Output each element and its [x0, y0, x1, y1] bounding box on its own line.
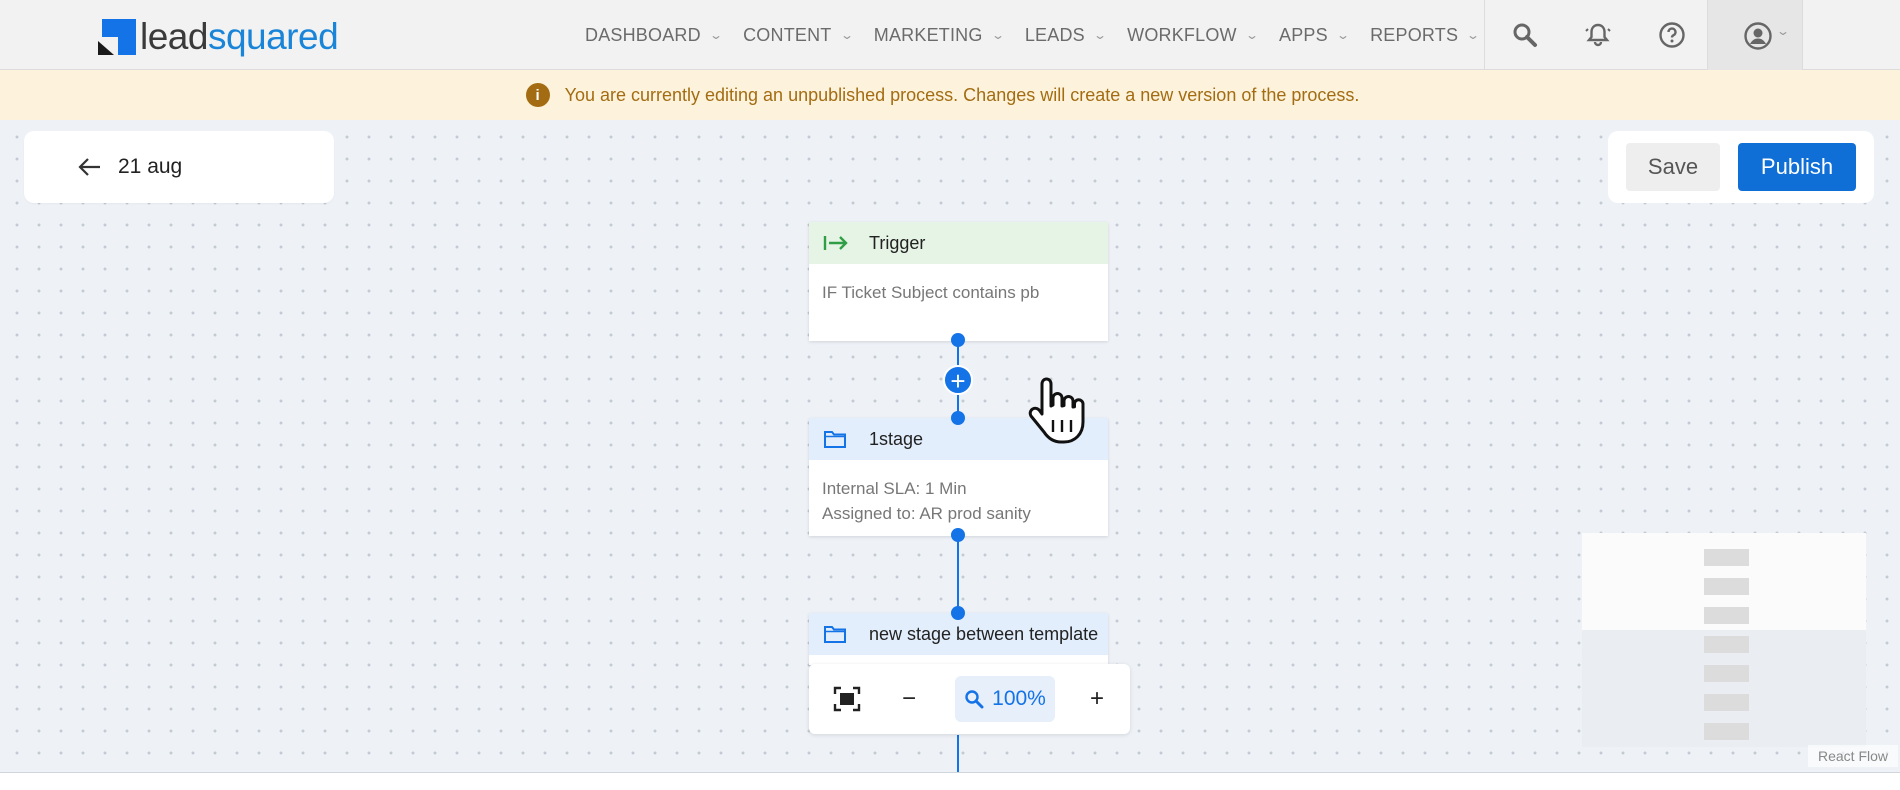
node-assignee: Assigned to: AR prod sanity: [822, 504, 1031, 523]
process-title-card: 21 aug: [24, 131, 334, 203]
minimap-node: [1704, 578, 1749, 595]
nav-workflow[interactable]: WORKFLOW ⌄: [1127, 25, 1260, 46]
node-condition: IF Ticket Subject contains pb: [822, 283, 1040, 302]
unpublished-warning-banner: i You are currently editing an unpublish…: [0, 70, 1900, 120]
fit-view-icon[interactable]: [829, 681, 865, 717]
zoom-out-button[interactable]: −: [891, 681, 927, 717]
top-navigation-bar: leadsquared DASHBOARD ⌄ CONTENT ⌄ MARKETIN…: [0, 0, 1900, 70]
folder-icon: [823, 428, 849, 450]
minimap-node: [1704, 694, 1749, 711]
nav-reports[interactable]: REPORTS ⌄: [1370, 25, 1481, 46]
chevron-down-icon: ⌄: [1092, 28, 1108, 42]
help-icon[interactable]: [1657, 20, 1687, 50]
info-icon: i: [525, 83, 550, 107]
folder-icon: [823, 623, 849, 645]
node-title: new stage between template: [869, 623, 1099, 644]
process-actions: Save Publish: [1608, 131, 1874, 203]
chevron-down-icon: ⌄: [1335, 28, 1351, 42]
profile-menu[interactable]: ⌄: [1707, 0, 1803, 70]
hand-cursor-icon: [1020, 370, 1090, 450]
zoom-level: 100%: [992, 687, 1046, 710]
nav-leads[interactable]: LEADS ⌄: [1025, 25, 1108, 46]
profile-icon: [1743, 21, 1773, 56]
main-nav: DASHBOARD ⌄ CONTENT ⌄ MARKETING ⌄ LEADS ⌄ WO…: [585, 0, 1500, 70]
back-arrow-icon[interactable]: [70, 147, 110, 187]
banner-text: You are currently editing an unpublished…: [564, 84, 1360, 105]
minimap[interactable]: [1582, 533, 1866, 747]
chevron-down-icon: ⌄: [1775, 24, 1791, 38]
minimap-node: [1704, 636, 1749, 653]
nav-content[interactable]: CONTENT ⌄: [743, 25, 854, 46]
node-title: Trigger: [869, 232, 926, 253]
chevron-down-icon: ⌄: [1244, 28, 1260, 42]
nav-marketing[interactable]: MARKETING ⌄: [874, 25, 1005, 46]
canvas-controls: − 100% +: [809, 664, 1130, 734]
node-title: 1stage: [869, 428, 924, 449]
zoom-level-button[interactable]: 100%: [955, 676, 1055, 722]
leadsquared-logo[interactable]: leadsquared: [98, 16, 339, 57]
chevron-down-icon: ⌄: [839, 28, 854, 42]
minimap-node: [1704, 665, 1749, 682]
trigger-node[interactable]: Trigger IF Ticket Subject contains pb: [809, 222, 1108, 341]
add-step-button[interactable]: +: [943, 365, 973, 395]
react-flow-attribution[interactable]: React Flow: [1808, 745, 1898, 767]
chevron-down-icon: ⌄: [1466, 28, 1481, 42]
logo-mark-icon: [98, 19, 136, 55]
header-divider: [1484, 0, 1485, 70]
save-button[interactable]: Save: [1626, 143, 1720, 191]
node-input-handle[interactable]: [951, 411, 965, 425]
logo-text-lead: lead: [140, 16, 208, 57]
publish-button[interactable]: Publish: [1738, 143, 1856, 191]
minimap-node: [1704, 549, 1749, 566]
search-icon[interactable]: [1510, 20, 1540, 50]
minimap-node: [1704, 607, 1749, 624]
zoom-in-button[interactable]: +: [1079, 681, 1115, 717]
edge-stage1-stage2: [957, 535, 959, 613]
edge-stage2-next: [957, 735, 959, 772]
chevron-down-icon: ⌄: [990, 28, 1005, 42]
chevron-down-icon: ⌄: [708, 28, 724, 42]
trigger-arrow-icon: [823, 232, 849, 254]
search-icon: [964, 689, 984, 709]
node-output-handle[interactable]: [951, 333, 965, 347]
bell-icon[interactable]: [1583, 20, 1613, 50]
stage-node[interactable]: new stage between template: [809, 613, 1108, 665]
node-output-handle[interactable]: [951, 528, 965, 542]
logo-text-squared: squared: [207, 16, 339, 57]
bottom-strip: [0, 772, 1900, 790]
nav-apps[interactable]: APPS ⌄: [1279, 25, 1351, 46]
process-title: 21 aug: [118, 155, 183, 178]
minimap-node: [1704, 723, 1749, 740]
node-input-handle[interactable]: [951, 606, 965, 620]
nav-dashboard[interactable]: DASHBOARD ⌄: [585, 25, 724, 46]
node-sla: Internal SLA: 1 Min: [822, 479, 967, 498]
